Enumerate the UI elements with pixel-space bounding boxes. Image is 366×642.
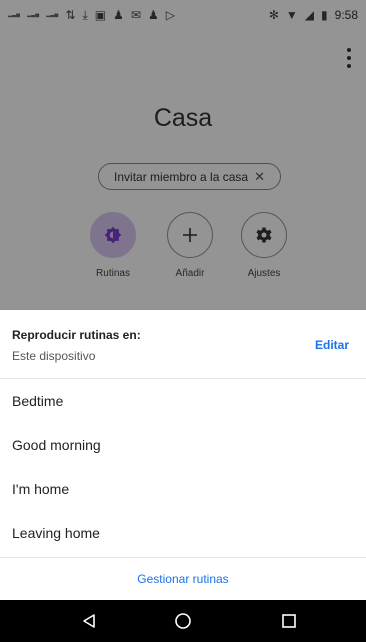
back-icon[interactable] bbox=[59, 600, 119, 642]
sheet-header: Reproducir rutinas en: Este dispositivo … bbox=[0, 310, 366, 379]
routine-item-good-morning[interactable]: Good morning bbox=[0, 423, 366, 467]
playback-device: Este dispositivo bbox=[12, 349, 96, 363]
navigation-bar bbox=[0, 600, 366, 642]
edit-button[interactable]: Editar bbox=[315, 338, 349, 352]
sheet-title: Reproducir rutinas en: bbox=[12, 328, 141, 342]
routine-item-leaving-home[interactable]: Leaving home bbox=[0, 511, 366, 555]
scrim[interactable] bbox=[0, 0, 366, 310]
home-icon[interactable] bbox=[153, 600, 213, 642]
recents-icon[interactable] bbox=[259, 600, 319, 642]
routine-item-bedtime[interactable]: Bedtime bbox=[0, 379, 366, 423]
manage-routines-button[interactable]: Gestionar rutinas bbox=[0, 557, 366, 600]
routine-item-im-home[interactable]: I'm home bbox=[0, 467, 366, 511]
home-screen: ▂▃▅ ▂▃▅ ▂▃▅ ⇅ ⤓ ▣ ♟ ✉ ♟ ▷ ✻ ▼ ◢ ▮ 9:58 C… bbox=[0, 0, 366, 310]
routines-bottom-sheet: Reproducir rutinas en: Este dispositivo … bbox=[0, 310, 366, 600]
